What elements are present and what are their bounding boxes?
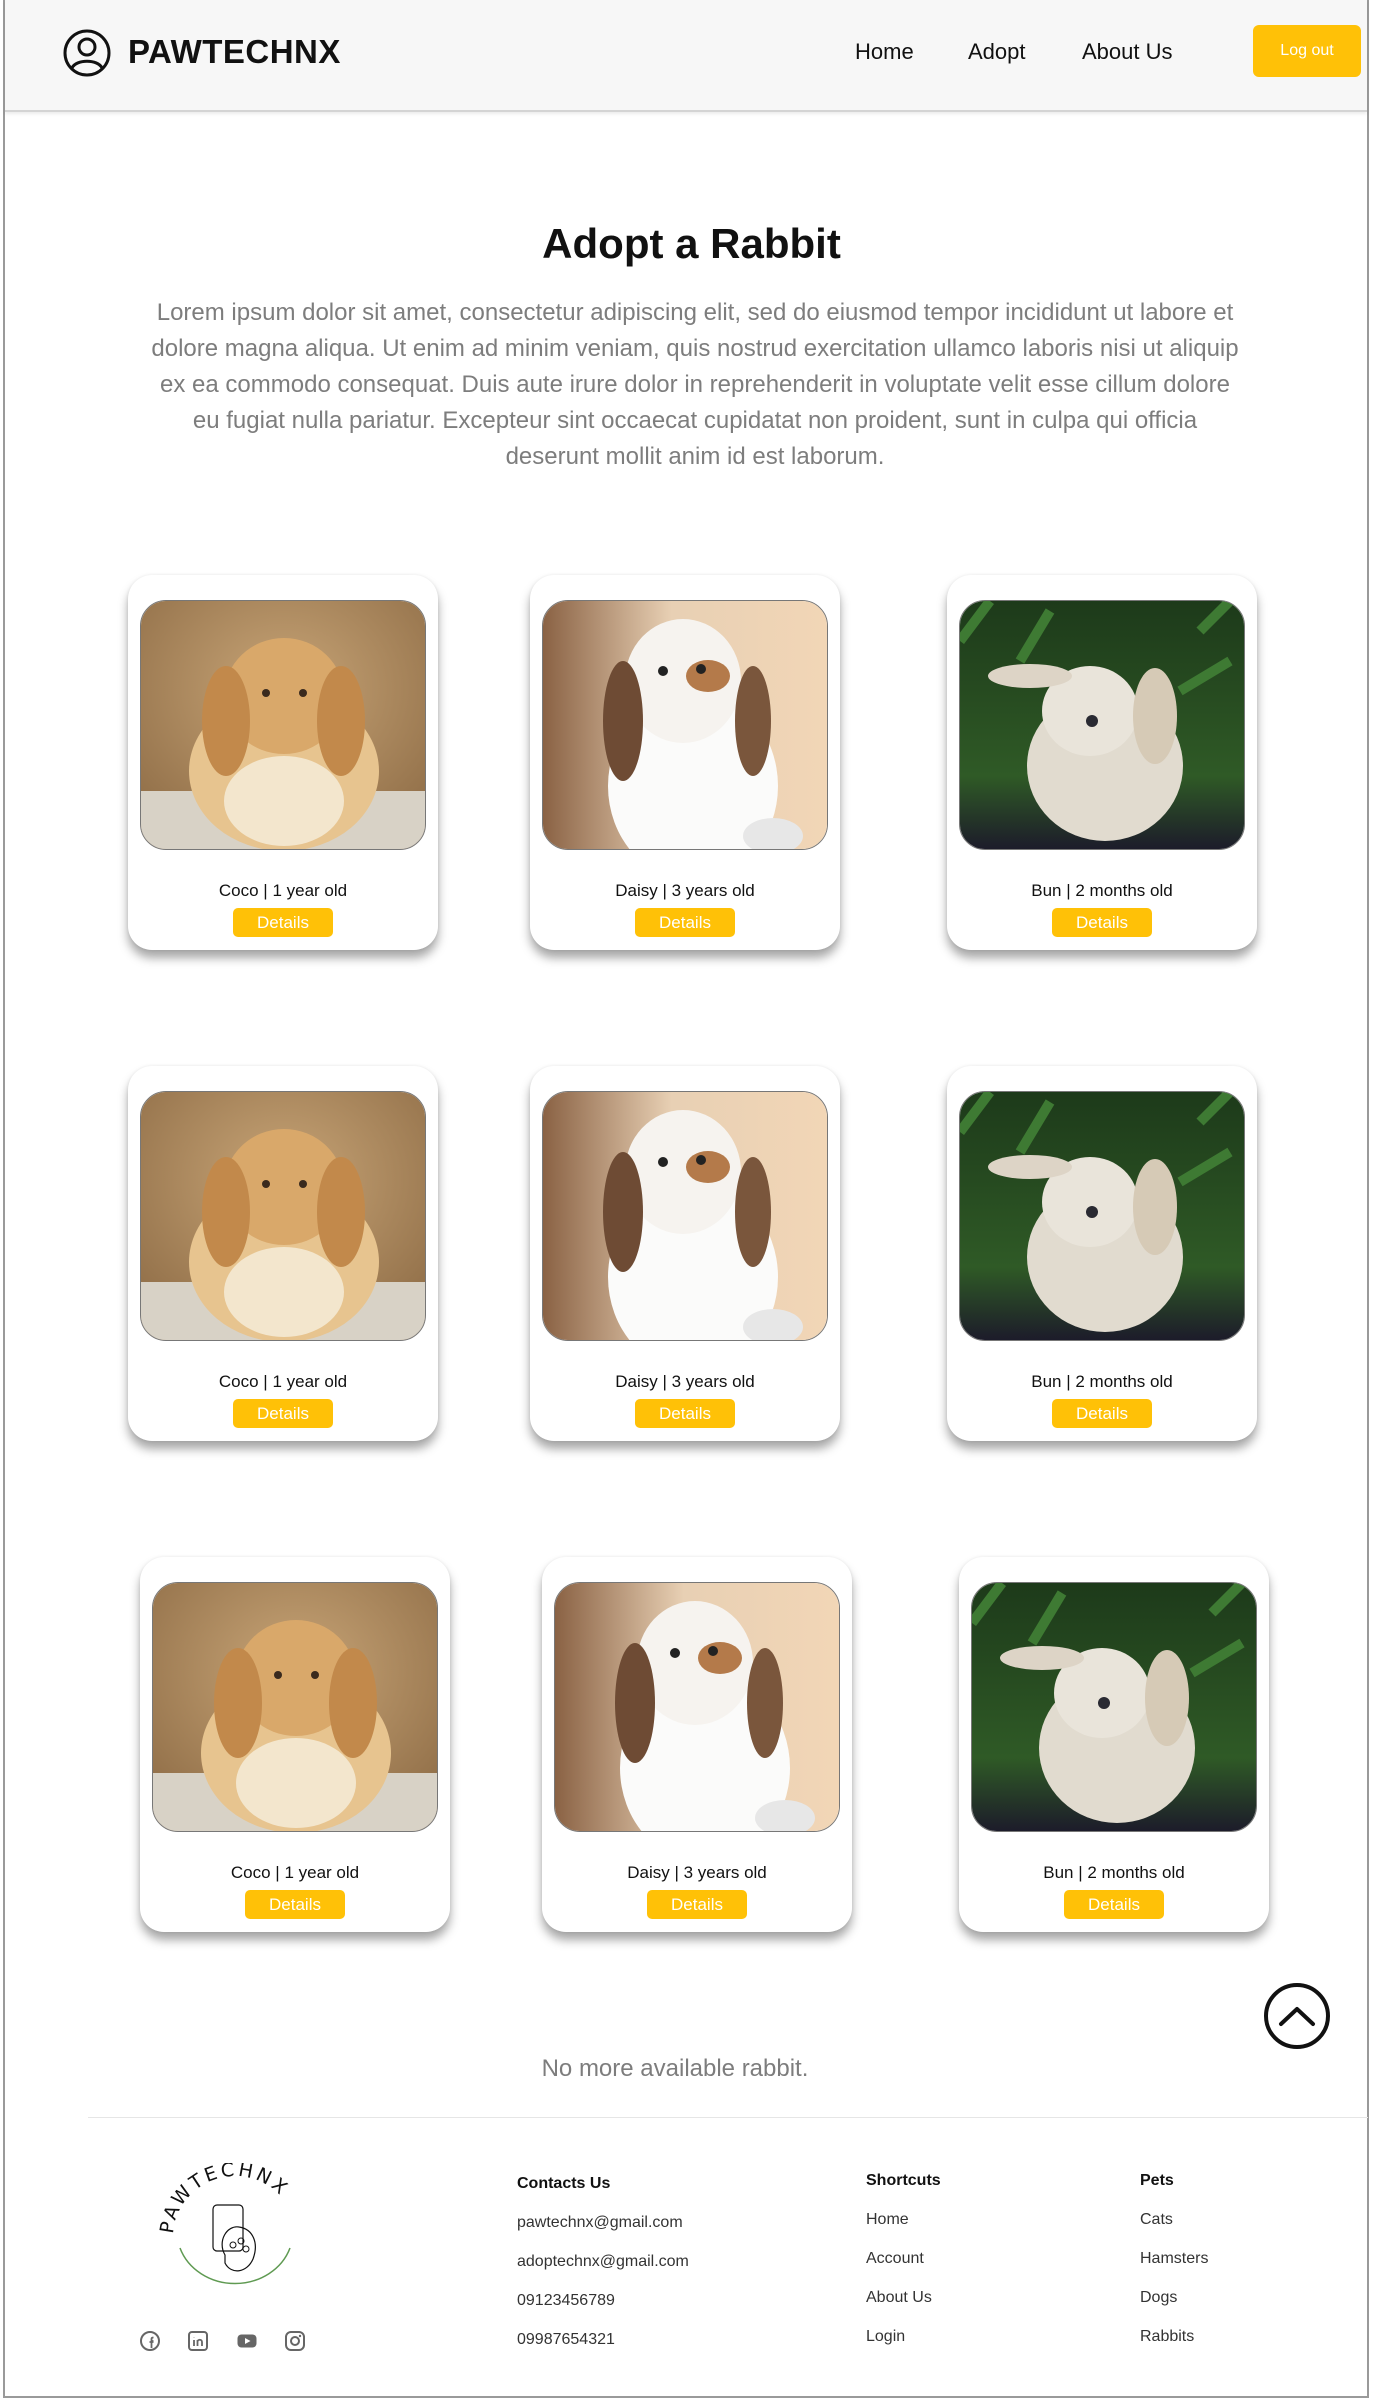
rabbit-card: Daisy | 3 years old Details	[542, 1557, 852, 1932]
rabbit-caption: Coco | 1 year old	[218, 881, 348, 900]
rabbit-photo-bun	[959, 1091, 1245, 1341]
rabbit-card: Coco | 1 year old Details	[128, 1066, 438, 1441]
rabbit-caption: Bun | 2 months old	[1043, 1863, 1185, 1882]
page-title: Adopt a Rabbit	[542, 220, 841, 267]
top-navbar: PAWTECHNX Home Adopt About Us Log out	[5, 0, 1367, 112]
rabbit-card: Bun | 2 months old Details	[959, 1557, 1269, 1932]
rabbit-caption: Bun | 2 months old	[1031, 1372, 1173, 1391]
svg-text:PAWTECHNX: PAWTECHNX	[156, 2163, 294, 2235]
details-button[interactable]: Details	[1064, 1890, 1164, 1919]
facebook-icon[interactable]	[139, 2330, 161, 2352]
rabbit-card: Bun | 2 months old Details	[947, 575, 1257, 950]
footer-link-home[interactable]: Home	[866, 2211, 909, 2229]
details-button[interactable]: Details	[233, 908, 333, 937]
rabbit-caption: Bun | 2 months old	[1031, 881, 1173, 900]
contact-phone-2[interactable]: 09987654321	[517, 2331, 615, 2349]
rabbit-card: Daisy | 3 years old Details	[530, 575, 840, 950]
footer-link-about-us[interactable]: About Us	[866, 2289, 932, 2307]
rabbit-photo-daisy	[542, 600, 828, 850]
intro-paragraph: Lorem ipsum dolor sit amet, consectetur …	[151, 299, 1239, 470]
rabbit-card: Coco | 1 year old Details	[128, 575, 438, 950]
details-button[interactable]: Details	[1052, 908, 1152, 937]
scroll-to-top-button[interactable]	[1264, 1983, 1330, 2049]
contacts-heading: Contacts Us	[517, 2175, 611, 2192]
details-button[interactable]: Details	[647, 1890, 747, 1919]
rabbit-caption: Coco | 1 year old	[230, 1863, 360, 1882]
linkedin-icon[interactable]	[187, 2330, 209, 2352]
no-more-message: No more available rabbit.	[541, 2055, 809, 2082]
rabbit-caption: Coco | 1 year old	[218, 1372, 348, 1391]
details-button[interactable]: Details	[635, 908, 735, 937]
rabbit-photo-bun	[971, 1582, 1257, 1832]
contact-email-1[interactable]: pawtechnx@gmail.com	[517, 2214, 683, 2232]
rabbit-photo-coco	[152, 1582, 438, 1832]
details-button[interactable]: Details	[1052, 1399, 1152, 1428]
nav-about-us-link[interactable]: About Us	[1082, 39, 1173, 65]
pawtechnx-logo: PAWTECHNX	[156, 2163, 294, 2285]
rabbit-photo-bun	[959, 600, 1245, 850]
footer-link-dogs[interactable]: Dogs	[1140, 2289, 1177, 2307]
rabbit-card: Daisy | 3 years old Details	[530, 1066, 840, 1441]
rabbit-photo-coco	[140, 600, 426, 850]
rabbit-photo-daisy	[542, 1091, 828, 1341]
contact-phone-1[interactable]: 09123456789	[517, 2292, 615, 2310]
chevron-up-icon	[1279, 2007, 1315, 2026]
brand-name[interactable]: PAWTECHNX	[128, 33, 341, 71]
contact-email-2[interactable]: adoptechnx@gmail.com	[517, 2253, 689, 2271]
footer-link-cats[interactable]: Cats	[1140, 2211, 1173, 2229]
instagram-icon[interactable]	[284, 2330, 306, 2352]
rabbit-card: Bun | 2 months old Details	[947, 1066, 1257, 1441]
details-button[interactable]: Details	[635, 1399, 735, 1428]
page-frame: PAWTECHNX Home Adopt About Us Log out Ad…	[3, 0, 1369, 2398]
user-account-icon[interactable]	[62, 28, 112, 78]
rabbit-caption: Daisy | 3 years old	[615, 881, 755, 900]
details-button[interactable]: Details	[245, 1890, 345, 1919]
rabbit-card: Coco | 1 year old Details	[140, 1557, 450, 1932]
footer-link-login[interactable]: Login	[866, 2328, 905, 2346]
footer-divider	[88, 2117, 1368, 2118]
nav-home-link[interactable]: Home	[855, 39, 914, 65]
rabbit-photo-daisy	[554, 1582, 840, 1832]
footer-link-account[interactable]: Account	[866, 2250, 924, 2268]
shortcuts-heading: Shortcuts	[866, 2172, 941, 2189]
details-button[interactable]: Details	[233, 1399, 333, 1428]
rabbit-caption: Daisy | 3 years old	[627, 1863, 767, 1882]
logout-button[interactable]: Log out	[1253, 25, 1361, 77]
footer-link-rabbits[interactable]: Rabbits	[1140, 2328, 1194, 2346]
nav-adopt-link[interactable]: Adopt	[968, 39, 1026, 65]
rabbit-photo-coco	[140, 1091, 426, 1341]
footer-link-hamsters[interactable]: Hamsters	[1140, 2250, 1208, 2268]
youtube-icon[interactable]	[236, 2330, 258, 2352]
rabbit-caption: Daisy | 3 years old	[615, 1372, 755, 1391]
pets-heading: Pets	[1140, 2172, 1174, 2189]
